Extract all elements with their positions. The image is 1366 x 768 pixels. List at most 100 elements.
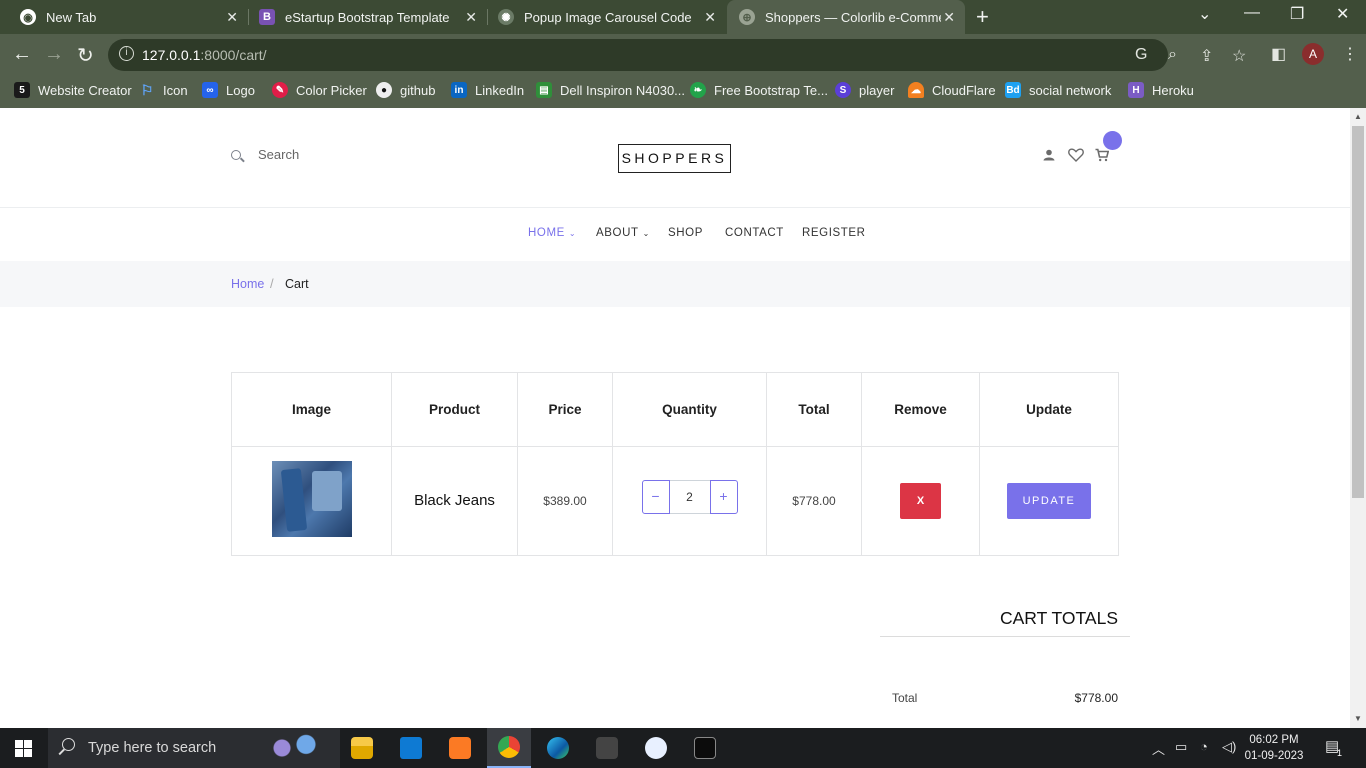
address-bar[interactable]: i 127.0.0.1:8000/cart/ G ⌕ ⇪ ☆ [108,39,1246,71]
scrollbar-thumb[interactable] [1352,126,1364,498]
cart-totals-title: CART TOTALS [999,608,1118,628]
image-cell [231,446,392,556]
tab-search-icon[interactable]: ⌄ [1198,4,1211,24]
edge-icon[interactable] [536,728,580,768]
bookmark-website-creator[interactable]: 5 Website Creator [14,82,132,98]
site-logo[interactable]: SHOPPERS [618,144,731,173]
zoom-icon[interactable]: ⌕ [1168,46,1177,64]
site-info-icon[interactable]: i [119,46,134,61]
windows-taskbar: Type here to search ︿ ▭ ◔ ◁) 06:02 PM 01… [0,728,1366,768]
user-icon[interactable] [1043,149,1055,161]
tray-overflow-icon[interactable]: ︿ [1152,739,1165,758]
profile-avatar[interactable]: A [1302,43,1324,65]
chrome-taskbar-icon[interactable] [487,728,531,768]
table-row: Black Jeans $389.00 − + $778.00 X UPDATE [231,446,1119,556]
bookmark-icon[interactable]: ⚐ Icon [139,82,188,98]
update-button[interactable]: UPDATE [1007,483,1091,519]
url-text[interactable]: 127.0.0.1:8000/cart/ [142,47,267,63]
nav-home[interactable]: HOME ⌄ [528,227,576,239]
wifi-icon[interactable]: ◔ [1200,739,1208,754]
bookmarks-bar: 5 Website Creator ⚐ Icon ∞ Logo ✎ Color Pick… [0,76,1366,108]
product-name: Black Jeans [414,492,495,509]
nav-about[interactable]: ABOUT ⌄ [596,227,650,239]
xampp-icon[interactable] [438,728,482,768]
nav-shop[interactable]: SHOP [668,227,703,239]
bookmark-player[interactable]: Splayer [835,82,894,98]
bookmark-linkedin[interactable]: in LinkedIn [451,82,524,98]
openai-icon: ✺ [498,9,514,25]
scroll-down-icon[interactable]: ▼ [1354,714,1362,723]
column-header: Remove [861,372,980,447]
bookmark-social-network[interactable]: Bd social network [1005,82,1111,98]
close-icon[interactable]: ✕ [226,9,238,26]
windows-start-icon[interactable] [15,740,32,757]
bookmark-label: social network [1029,82,1112,98]
site-header: SHOPPERS [0,108,1350,208]
browser-menu-icon[interactable]: ⋮ [1342,44,1358,64]
quantity-decrement-button[interactable]: − [641,480,670,514]
minimize-icon[interactable]: — [1244,4,1260,22]
search-input[interactable] [258,147,458,162]
bookmark-cloudflare[interactable]: ☁ CloudFlare [908,82,996,98]
remote-app-icon[interactable] [634,728,678,768]
tab-shoppers[interactable]: ⊕ Shoppers — Colorlib e-Commerc ✕ [727,0,965,34]
chevron-down-icon: ⌄ [568,229,577,238]
remove-button[interactable]: X [900,483,941,519]
total-cell: $778.00 [766,446,862,556]
tab-popup-carousel[interactable]: ✺ Popup Image Carousel Code ✕ [488,0,726,34]
command-prompt-icon[interactable] [683,728,727,768]
bookmark-heroku[interactable]: H Heroku [1128,82,1194,98]
tab-estartup[interactable]: B eStartup Bootstrap Template ✕ [249,0,487,34]
bookmark-color-picker[interactable]: ✎ Color Picker [272,82,367,98]
update-cell: UPDATE [979,446,1119,556]
reload-icon[interactable]: ↻ [77,43,94,68]
column-header: Update [979,372,1119,447]
product-cell: Black Jeans [391,446,518,556]
bookmark-github[interactable]: ● github [376,82,435,98]
nav-register[interactable]: REGISTER [802,227,866,239]
forward-icon[interactable]: → [44,43,64,66]
taskbar-search-box[interactable]: Type here to search [48,728,340,768]
restore-icon[interactable]: ❐ [1290,4,1304,24]
page-viewport: SHOPPERS HOME⌄ ABOUT⌄ SHOP CONTACT REGIS… [0,108,1350,728]
close-icon[interactable]: ✕ [943,9,955,26]
bd-icon: Bd [1005,82,1021,98]
close-icon[interactable]: ✕ [465,9,477,26]
quantity-input[interactable] [669,480,710,514]
breadcrumb-home-link[interactable]: Home [231,277,264,291]
quantity-increment-button[interactable]: + [709,480,738,514]
close-icon[interactable]: ✕ [704,9,716,26]
bookmark-star-icon[interactable]: ☆ [1232,46,1246,66]
taskbar-search-placeholder: Type here to search [88,740,217,756]
share-icon[interactable]: ⇪ [1200,46,1213,66]
taskbar-clock[interactable]: 06:02 PM 01-09-2023 [1244,732,1304,764]
clock-date: 01-09-2023 [1244,750,1304,762]
battery-icon[interactable]: ▭ [1175,739,1187,755]
tab-title: eStartup Bootstrap Template [285,9,450,25]
page-scrollbar[interactable]: ▲ ▼ [1350,108,1366,728]
scroll-up-icon[interactable]: ▲ [1354,112,1362,121]
window-close-icon[interactable]: ✕ [1336,4,1349,24]
heart-icon[interactable] [1068,148,1084,162]
cart-icon[interactable] [1095,148,1109,162]
cart-header-row: Image Product Price Quantity Total Remov… [231,372,1119,447]
bookmark-dell[interactable]: ▤ Dell Inspiron N4030... [536,82,685,98]
tab-new-tab[interactable]: ◉ New Tab ✕ [0,0,248,34]
bookmark-label: LinkedIn [475,82,525,98]
remove-cell: X [861,446,980,556]
nav-contact[interactable]: CONTACT [725,227,784,239]
volume-icon[interactable]: ◁) [1222,739,1236,755]
file-explorer-icon[interactable] [340,728,384,768]
cart-total-value: $778.00 [1074,691,1118,705]
chrome-icon: ◉ [20,9,36,25]
vscode-icon[interactable] [389,728,433,768]
bookmark-logo[interactable]: ∞ Logo [202,82,255,98]
nav-label: ABOUT [596,227,639,239]
google-lens-icon[interactable]: G [1135,46,1147,64]
bookmark-free-bootstrap[interactable]: ❧ Free Bootstrap Te... [690,82,828,98]
column-header: Price [517,372,613,447]
back-icon[interactable]: ← [12,43,32,66]
new-tab-button[interactable]: + [976,4,989,30]
terminal-app-icon[interactable] [585,728,629,768]
side-panel-icon[interactable]: ◧ [1271,44,1286,64]
